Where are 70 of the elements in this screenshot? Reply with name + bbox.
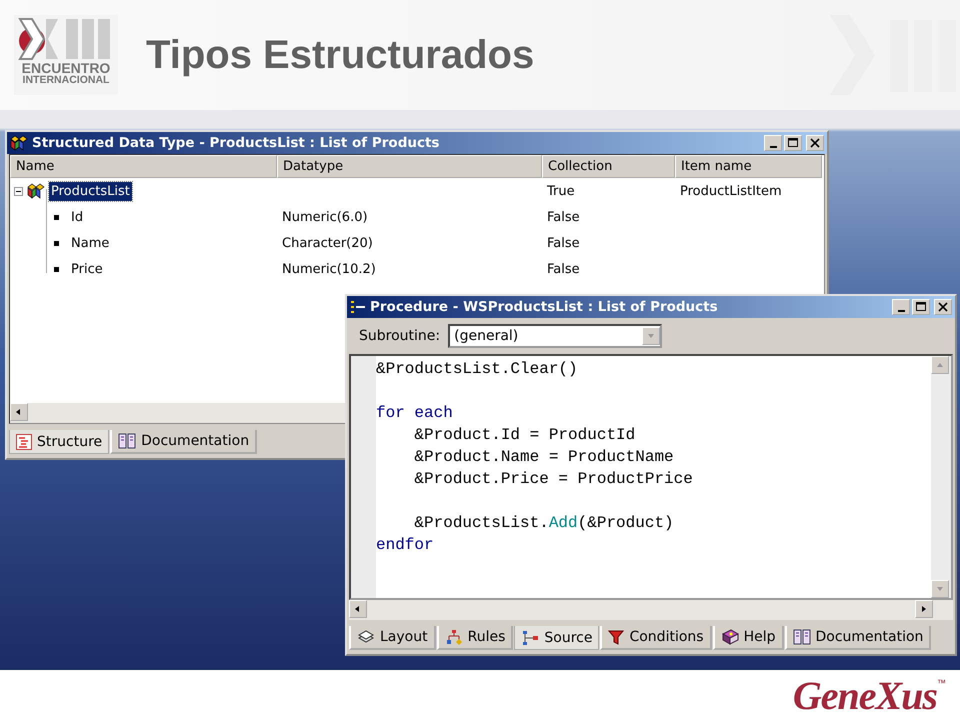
slide-title: Tipos Estructurados <box>146 32 534 78</box>
tab[interactable]: Documentation <box>110 430 258 454</box>
close-icon <box>938 302 948 312</box>
tab[interactable]: Documentation <box>784 626 932 650</box>
code-line: endfor <box>376 535 435 556</box>
close-button[interactable] <box>806 135 824 151</box>
event-logo: ENCUENTRO INTERNACIONAL <box>14 15 118 95</box>
tab[interactable]: Help <box>712 626 784 650</box>
code-line: &ProductsList.Add(&Product) <box>413 513 675 534</box>
collection-cell: True <box>547 184 575 198</box>
maximize-icon <box>916 302 926 312</box>
cubes-icon <box>10 135 28 151</box>
code-line: for each <box>376 403 454 424</box>
scroll-up-button[interactable] <box>931 356 949 374</box>
column-header[interactable]: Collection <box>542 155 675 178</box>
collapse-icon[interactable] <box>14 186 23 196</box>
subroutine-label: Subroutine: <box>359 328 440 344</box>
branch-icon <box>521 630 540 646</box>
scroll-left-button[interactable] <box>349 600 367 618</box>
code-line: &Product.Name = ProductName <box>413 447 675 468</box>
funnel-icon <box>608 629 624 645</box>
minimize-icon <box>770 146 776 148</box>
collection-cell: False <box>547 210 580 224</box>
maximize-icon <box>788 138 798 148</box>
item-name-cell: ProductListItem <box>680 184 782 198</box>
tab[interactable]: Structure <box>9 430 110 454</box>
maximize-button[interactable] <box>784 135 802 151</box>
tab[interactable]: Layout <box>349 626 436 650</box>
window-title: Structured Data Type - ProductsList : List of Products <box>32 135 440 151</box>
datatype-cell: Numeric(10.2) <box>282 262 376 276</box>
column-header[interactable]: Datatype <box>277 155 542 178</box>
tree-item[interactable]: ProductsList <box>49 182 132 200</box>
book-icon <box>792 629 810 645</box>
dropdown-button[interactable] <box>642 327 660 345</box>
list-icon <box>16 434 32 450</box>
tree-item[interactable]: Price <box>69 260 105 278</box>
datatype-cell: Numeric(6.0) <box>282 210 368 224</box>
procedure-icon <box>350 300 366 314</box>
window-title: Procedure - WSProductsList : List of Products <box>370 299 719 315</box>
code-line: &Product.Price = ProductPrice <box>413 469 694 490</box>
subroutine-dropdown[interactable]: (general) <box>448 324 662 348</box>
tree-item[interactable]: Name <box>69 234 112 252</box>
scroll-left-button[interactable] <box>10 403 28 421</box>
cubes-icon <box>27 183 45 199</box>
bullet-icon <box>54 214 59 220</box>
close-icon <box>810 138 820 148</box>
bullet-icon <box>54 266 59 272</box>
minimize-icon <box>898 310 904 312</box>
collection-cell: False <box>547 262 580 276</box>
flowchart-icon <box>444 629 463 645</box>
stacked-pages-icon <box>357 629 375 645</box>
minimize-button[interactable] <box>892 299 910 315</box>
collection-cell: False <box>547 236 580 250</box>
tab[interactable]: Source <box>514 626 600 650</box>
datatype-cell: Character(20) <box>282 236 373 250</box>
scroll-right-button[interactable] <box>915 600 933 618</box>
brand-logo: GeneXus™ <box>792 672 946 719</box>
tab[interactable]: Rules <box>436 626 514 650</box>
column-header[interactable]: Item name <box>675 155 822 178</box>
maximize-button[interactable] <box>912 299 930 315</box>
close-button[interactable] <box>934 299 952 315</box>
bullet-icon <box>54 240 59 246</box>
book-icon <box>118 433 136 449</box>
tree-item[interactable]: Id <box>69 208 86 226</box>
help-book-icon <box>720 629 739 645</box>
minimize-button[interactable] <box>764 135 782 151</box>
code-line: &ProductsList.Clear() <box>376 359 579 380</box>
column-header[interactable]: Name <box>10 155 277 178</box>
code-line: &Product.Id = ProductId <box>413 425 636 446</box>
tab[interactable]: Conditions <box>600 626 712 650</box>
